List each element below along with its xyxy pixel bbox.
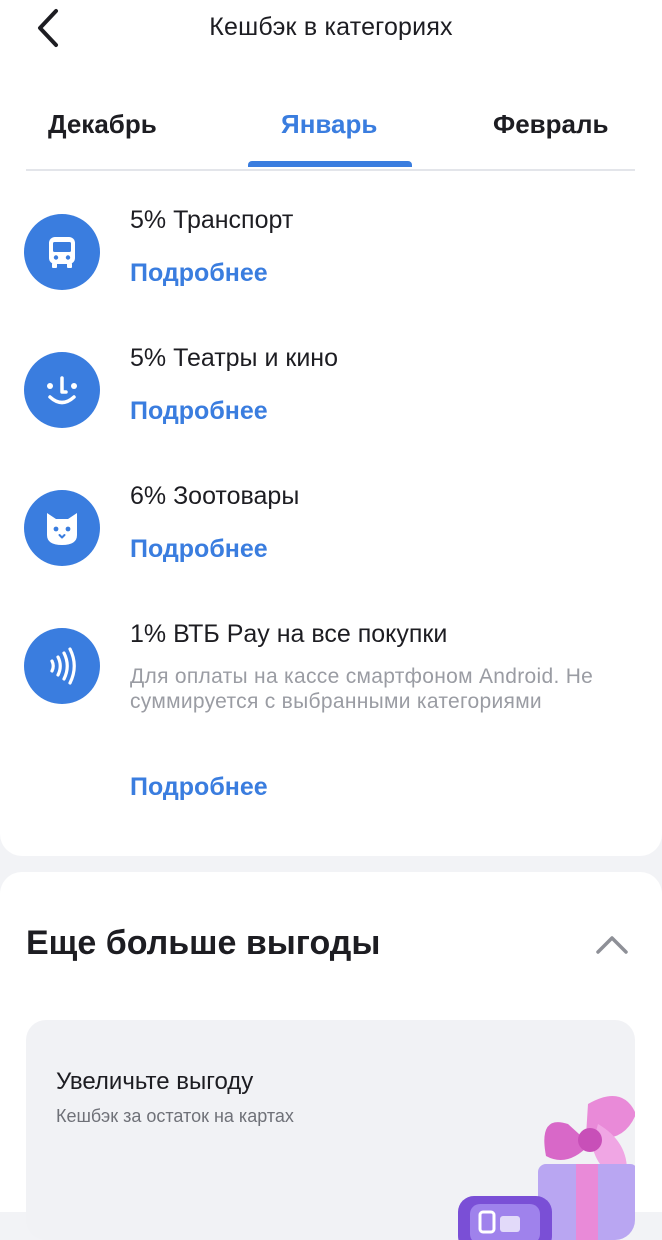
gift-bow-icon xyxy=(458,1096,635,1240)
category-title: 6% Зоотовары xyxy=(130,482,300,510)
page-title: Кешбэк в категориях xyxy=(209,13,453,41)
month-tabs: Декабрь Январь Февраль xyxy=(26,95,635,171)
tab-january[interactable]: Январь xyxy=(281,109,377,140)
details-link[interactable]: Подробнее xyxy=(130,259,268,288)
promo-title: Увеличьте выгоду xyxy=(56,1068,254,1095)
category-item-transport: 5% Транспорт Подробнее xyxy=(24,206,644,296)
smile-icon xyxy=(47,376,77,405)
promo-card[interactable]: Увеличьте выгоду Кешбэк за остаток на ка… xyxy=(26,1020,635,1240)
category-item-vtb-pay: 1% ВТБ Pay на все покупки Для оплаты на … xyxy=(24,620,644,810)
category-icon-badge xyxy=(24,490,100,566)
promo-subtitle: Кешбэк за остаток на картах xyxy=(56,1106,294,1126)
details-link[interactable]: Подробнее xyxy=(130,535,268,564)
cat-icon xyxy=(47,513,77,545)
category-icon-badge xyxy=(24,214,100,290)
details-link[interactable]: Подробнее xyxy=(130,397,268,426)
category-title: 5% Театры и кино xyxy=(130,344,338,372)
active-tab-indicator xyxy=(248,161,412,167)
category-description: Для оплаты на кассе смартфоном Android. … xyxy=(130,665,594,713)
category-title: 1% ВТБ Pay на все покупки xyxy=(130,620,448,648)
category-item-theatres: 5% Театры и кино Подробнее xyxy=(24,344,644,434)
category-icon-badge xyxy=(24,352,100,428)
tabs-divider xyxy=(26,169,635,171)
details-link[interactable]: Подробнее xyxy=(130,773,268,802)
tab-february[interactable]: Февраль xyxy=(493,109,608,140)
chevron-up-icon[interactable] xyxy=(592,930,632,960)
section-title: Еще больше выгоды xyxy=(26,924,381,962)
header: Кешбэк в категориях xyxy=(0,0,662,60)
contactless-icon xyxy=(50,647,76,685)
cashback-panel: Кешбэк в категориях Декабрь Январь Февра… xyxy=(0,0,662,856)
tab-december[interactable]: Декабрь xyxy=(48,109,157,140)
bus-icon xyxy=(49,237,75,268)
category-title: 5% Транспорт xyxy=(130,206,294,234)
category-item-pet-goods: 6% Зоотовары Подробнее xyxy=(24,482,644,572)
category-icon-badge xyxy=(24,628,100,704)
more-benefits-section: Еще больше выгоды Увеличьте выгоду Кешбэ… xyxy=(0,872,662,1240)
